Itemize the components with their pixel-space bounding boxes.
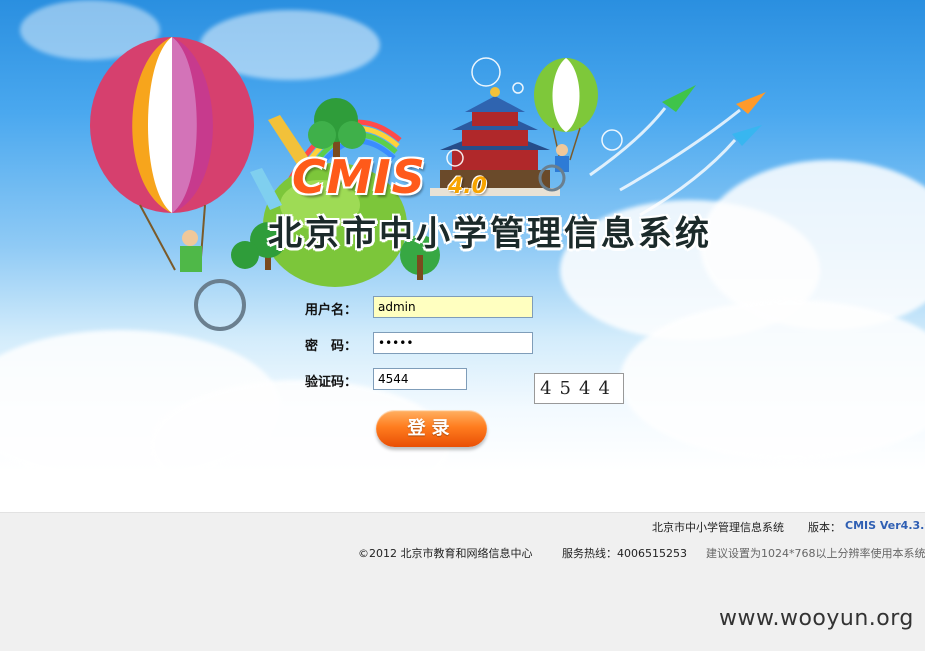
- cmis-version-badge: 4.0: [448, 174, 487, 199]
- captcha-label: 验证码：: [305, 375, 358, 390]
- footer-system-name: 北京市中小学管理信息系统: [652, 521, 784, 534]
- footer-hotline: 服务热线：4006515253: [562, 547, 687, 560]
- footer-copyright: ©2012 北京市教育和网络信息中心: [358, 547, 533, 560]
- footer-resolution-hint: 建议设置为1024*768以上分辨率使用本系统: [706, 547, 925, 560]
- password-input[interactable]: [373, 332, 533, 354]
- captcha-image[interactable]: 4544: [534, 373, 624, 404]
- footer-version-value: CMIS Ver4.3.0: [845, 519, 925, 532]
- hot-air-balloon-icon: [534, 58, 598, 192]
- username-label: 用户名：: [305, 303, 358, 318]
- password-label: 密 码：: [305, 339, 358, 354]
- hot-air-balloon-icon: [90, 37, 254, 331]
- watermark: www.wooyun.org: [719, 606, 914, 631]
- captcha-input[interactable]: [373, 368, 467, 390]
- cmis-logo: CMIS: [292, 150, 426, 204]
- paper-plane-icon: [589, 85, 696, 177]
- login-button[interactable]: 登录: [376, 410, 487, 447]
- username-input[interactable]: [373, 296, 533, 318]
- system-title: 北京市中小学管理信息系统: [268, 214, 712, 254]
- footer-version-label: 版本：: [808, 521, 841, 534]
